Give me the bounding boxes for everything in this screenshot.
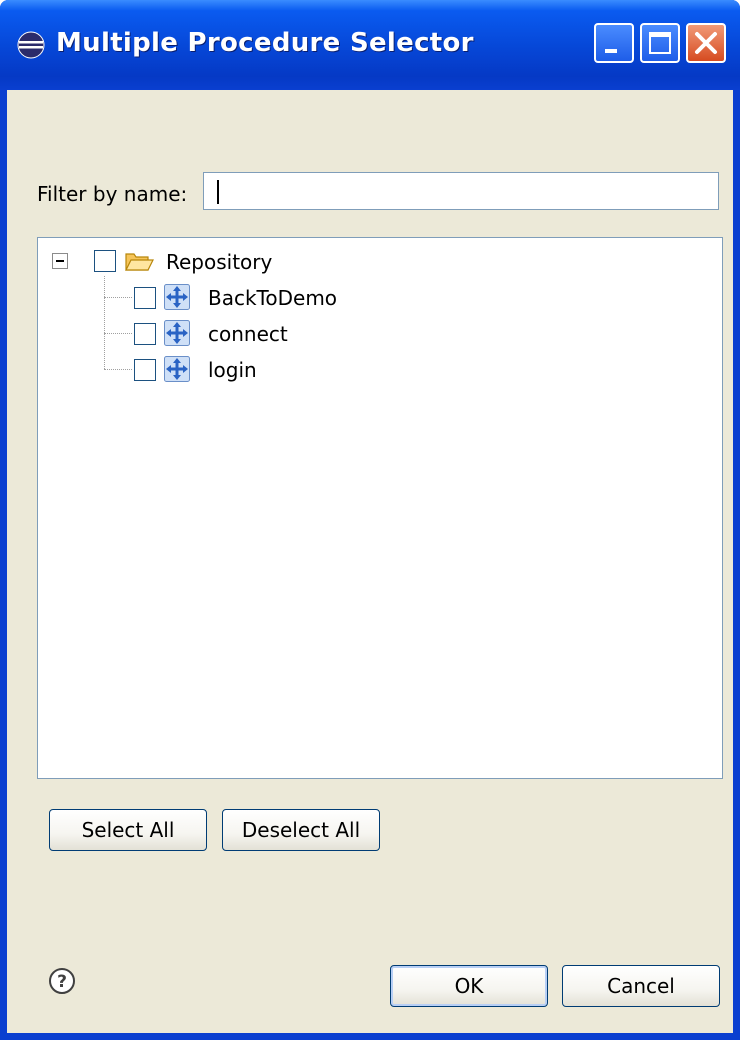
svg-text:?: ? xyxy=(57,972,67,992)
tree-guide-line xyxy=(104,369,132,370)
ok-button[interactable]: OK xyxy=(390,965,548,1007)
eclipse-icon xyxy=(17,31,45,59)
title-bar[interactable]: Multiple Procedure Selector xyxy=(0,0,740,90)
deselect-all-button[interactable]: Deselect All xyxy=(222,809,380,851)
minimize-icon xyxy=(605,49,617,53)
dialog-window: Multiple Procedure Selector Filter by na… xyxy=(0,0,740,1040)
window-title: Multiple Procedure Selector xyxy=(56,28,474,58)
filter-input[interactable] xyxy=(203,172,719,210)
dialog-body: Filter by name: Repository BackToDemo co… xyxy=(7,90,733,1033)
checkbox-connect[interactable] xyxy=(134,323,156,345)
cancel-button[interactable]: Cancel xyxy=(562,965,720,1007)
tree-guide-line xyxy=(104,297,132,298)
minimize-button[interactable] xyxy=(594,23,634,63)
procedure-icon xyxy=(164,356,190,382)
procedure-icon xyxy=(164,284,190,310)
folder-icon xyxy=(125,253,154,271)
maximize-button[interactable] xyxy=(640,23,680,63)
tree-guide-line xyxy=(104,333,132,334)
help-icon[interactable]: ? xyxy=(47,966,77,996)
text-caret xyxy=(217,180,219,204)
close-icon xyxy=(695,32,717,54)
tree-node-backtodemo[interactable]: BackToDemo xyxy=(208,286,337,310)
filter-label: Filter by name: xyxy=(37,182,188,206)
procedure-icon xyxy=(164,320,190,346)
close-button[interactable] xyxy=(686,23,726,63)
tree-node-login[interactable]: login xyxy=(208,358,257,382)
checkbox-repository[interactable] xyxy=(94,250,116,272)
checkbox-backtodemo[interactable] xyxy=(134,287,156,309)
select-all-button[interactable]: Select All xyxy=(49,809,207,851)
tree-node-connect[interactable]: connect xyxy=(208,322,288,346)
procedure-tree[interactable]: Repository BackToDemo connect login xyxy=(37,237,723,779)
checkbox-login[interactable] xyxy=(134,359,156,381)
tree-node-repository[interactable]: Repository xyxy=(166,250,272,274)
collapse-toggle[interactable] xyxy=(52,253,68,269)
maximize-icon xyxy=(649,32,671,54)
tree-guide-line xyxy=(104,276,105,369)
